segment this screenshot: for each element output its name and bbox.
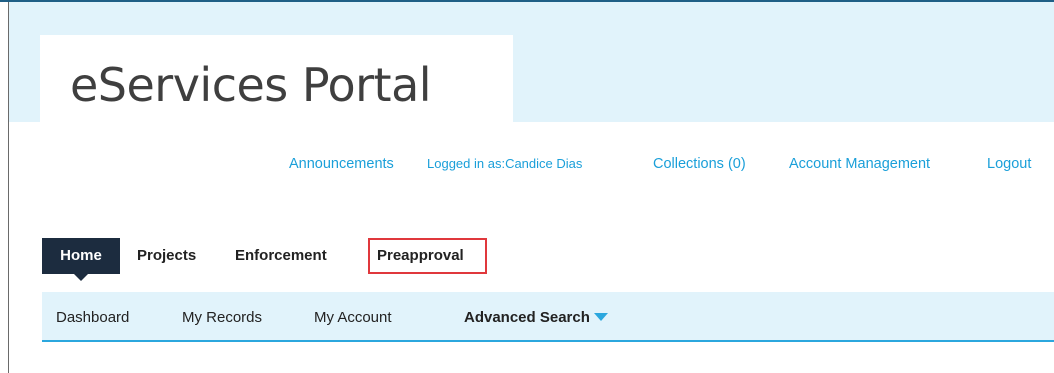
subnav-my-records[interactable]: My Records <box>182 292 262 340</box>
site-title[interactable]: eServices Portal <box>70 58 432 112</box>
account-management-link[interactable]: Account Management <box>789 152 930 176</box>
subnav-dashboard[interactable]: Dashboard <box>56 292 129 340</box>
advanced-search-label: Advanced Search <box>464 309 590 326</box>
tab-enforcement[interactable]: Enforcement <box>235 238 327 274</box>
subnav-advanced-search[interactable]: Advanced Search <box>464 292 608 340</box>
preapproval-highlight-box <box>368 238 487 274</box>
subnav-my-account[interactable]: My Account <box>314 292 392 340</box>
tab-home[interactable]: Home <box>42 238 120 281</box>
active-tab-pointer <box>74 274 88 281</box>
utility-links: Announcements Logged in as:Candice Dias … <box>0 152 1054 176</box>
tab-home-label: Home <box>60 247 102 264</box>
caret-down-icon[interactable] <box>593 313 608 321</box>
tab-projects[interactable]: Projects <box>137 238 196 274</box>
sub-navigation: Dashboard My Records My Account Advanced… <box>42 292 1054 342</box>
page: eServices Portal Announcements Logged in… <box>0 0 1054 373</box>
logout-link[interactable]: Logout <box>987 152 1031 176</box>
announcements-link[interactable]: Announcements <box>289 152 394 176</box>
collections-link[interactable]: Collections (0) <box>653 152 746 176</box>
logged-in-user-link[interactable]: Logged in as:Candice Dias <box>427 152 582 176</box>
